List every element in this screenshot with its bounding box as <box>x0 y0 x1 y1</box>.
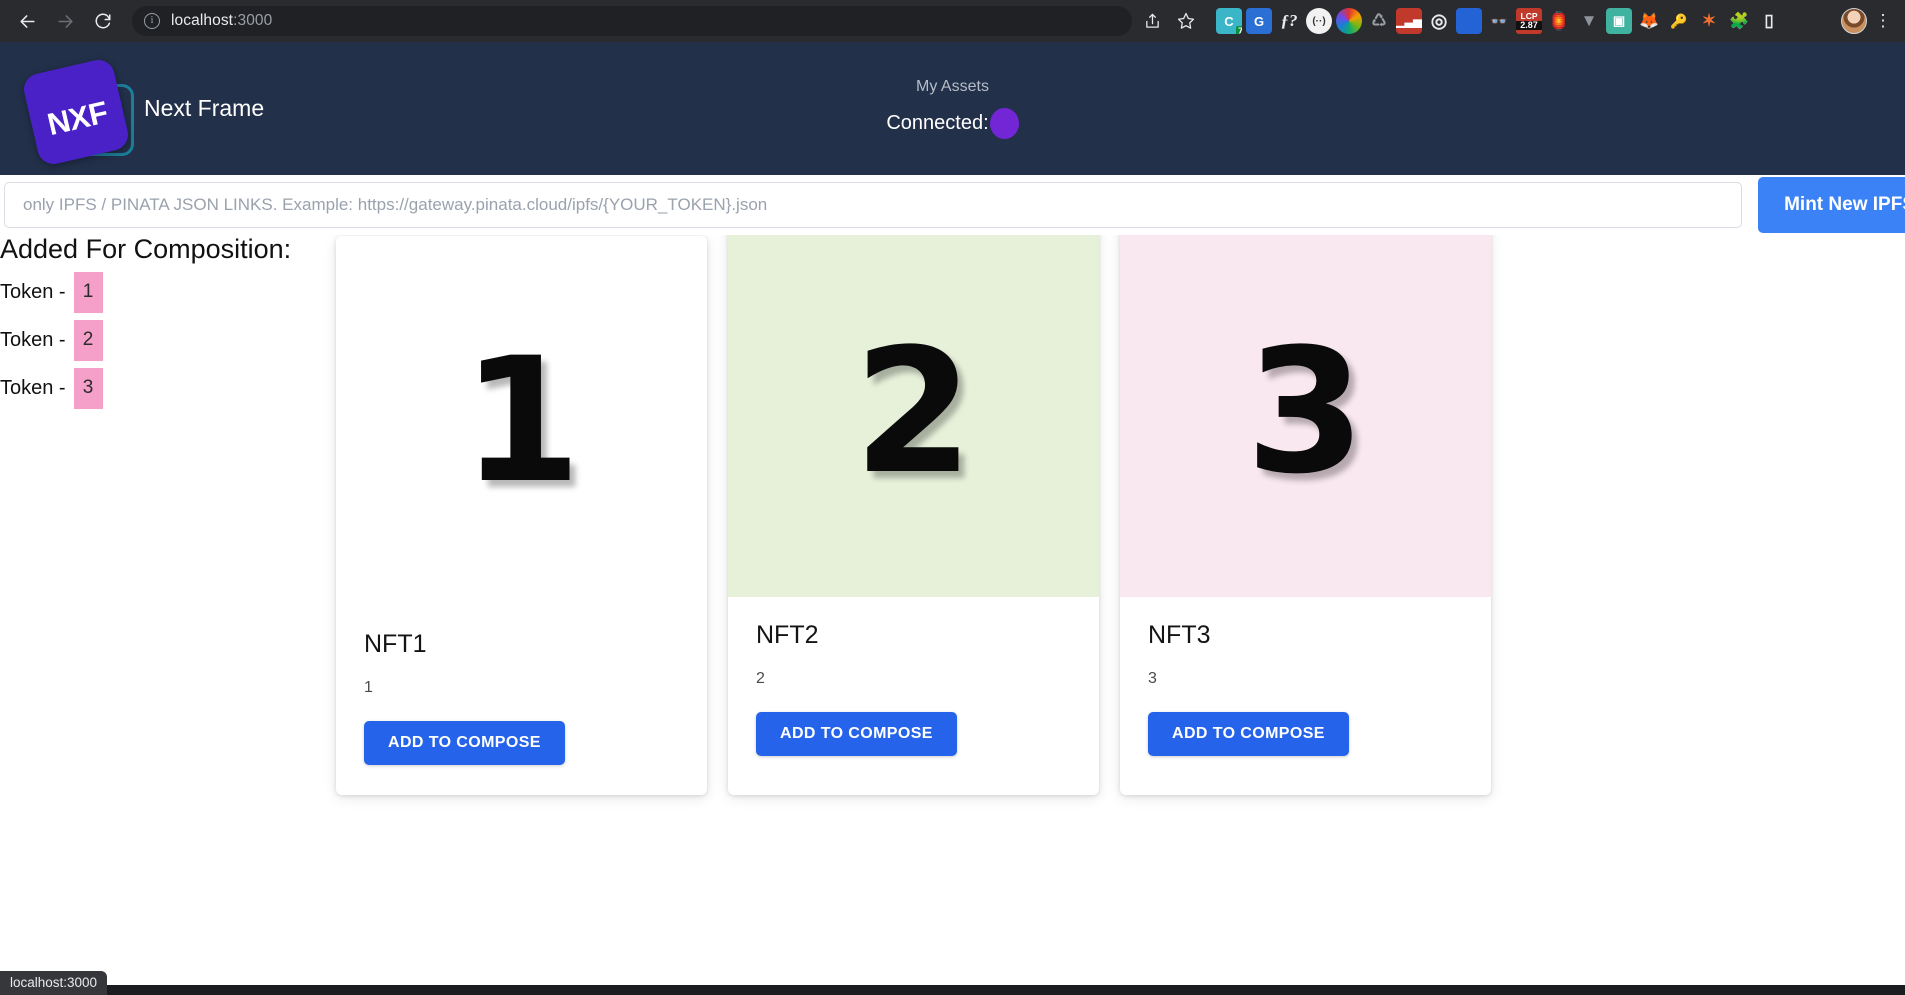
profile-avatar[interactable] <box>1841 8 1867 34</box>
vue-devtools-extension-icon[interactable]: ▼ <box>1576 8 1602 34</box>
nft-card-title: NFT3 <box>1148 621 1211 649</box>
nft-card-description: 1 <box>364 679 373 696</box>
ipfs-url-input[interactable] <box>4 182 1743 228</box>
app-viewport: NXF Next Frame My Assets Connected: Mint… <box>0 42 1905 995</box>
navigation-buttons <box>10 4 120 38</box>
sidepanel-extension-icon[interactable]: ▯ <box>1756 8 1782 34</box>
nft-card[interactable]: 2 NFT2 2 ADD TO COMPOSE <box>728 227 1099 795</box>
wallet-avatar-icon[interactable] <box>989 108 1019 139</box>
status-bar: localhost:3000 <box>0 971 108 995</box>
nft-image-glyph: 2 <box>853 311 974 512</box>
info-circle-icon[interactable]: i <box>144 13 160 29</box>
extensions-bar: C7 G ƒ? (··) ♺ ▁▃▅ ◎ 👓 LCP 2.87 🏮 ▼ ▣ 🦊 🔑… <box>1216 8 1782 34</box>
lighthouse-extension-icon[interactable]: 🏮 <box>1546 8 1572 34</box>
nft-image-glyph: 3 <box>1245 311 1366 512</box>
nft-card-body: NFT1 1 ADD TO COMPOSE <box>336 606 707 795</box>
add-to-compose-button[interactable]: ADD TO COMPOSE <box>756 712 957 756</box>
wave-extension-icon[interactable]: (··) <box>1306 8 1332 34</box>
lcp-extension-icon[interactable]: LCP 2.87 <box>1516 8 1542 34</box>
glasses-extension-icon[interactable]: 👓 <box>1486 8 1512 34</box>
composition-token-item[interactable]: Token - 2 <box>0 319 336 361</box>
reload-icon[interactable] <box>86 4 120 38</box>
token-id-badge: 2 <box>73 319 103 361</box>
nft-card-description: 3 <box>1148 670 1157 687</box>
nft-card-title: NFT2 <box>756 621 819 649</box>
nft-card[interactable]: 3 NFT3 3 ADD TO COMPOSE <box>1120 227 1491 795</box>
body-area: Added For Composition: Token - 1 Token -… <box>0 227 1905 795</box>
omnibox-actions <box>1136 5 1202 37</box>
token-label: Token - <box>0 376 66 399</box>
metamask-extension-icon[interactable]: 🦊 <box>1636 8 1662 34</box>
my-assets-link[interactable]: My Assets <box>886 78 1018 96</box>
wallet-block: My Assets Connected: <box>0 78 1905 139</box>
fraction-extension-icon[interactable]: ƒ? <box>1276 8 1302 34</box>
recycle-extension-icon[interactable]: ♺ <box>1366 8 1392 34</box>
composition-token-item[interactable]: Token - 1 <box>0 271 336 313</box>
logo-text: NXF <box>44 93 111 142</box>
share-icon[interactable] <box>1136 5 1168 37</box>
nft-image-2: 2 <box>728 227 1099 597</box>
spark-extension-icon[interactable]: ✶ <box>1696 8 1722 34</box>
nft-card[interactable]: 1 NFT1 1 ADD TO COMPOSE <box>336 236 707 795</box>
add-to-compose-button[interactable]: ADD TO COMPOSE <box>364 721 565 765</box>
colab-extension-icon[interactable]: C7 <box>1216 8 1242 34</box>
extensions-puzzle-icon[interactable]: 🧩 <box>1726 8 1752 34</box>
token-id-badge: 3 <box>73 367 103 409</box>
nft-image-glyph: 1 <box>461 320 582 521</box>
password-key-extension-icon[interactable]: 🔑 <box>1666 8 1692 34</box>
nxf-logo-icon[interactable]: NXF <box>16 54 134 167</box>
save-extension-icon[interactable]: ▣ <box>1606 8 1632 34</box>
target-extension-icon[interactable]: ◎ <box>1426 8 1452 34</box>
window-extension-icon[interactable] <box>1456 8 1482 34</box>
kebab-menu-icon[interactable]: ⋮ <box>1871 12 1895 29</box>
nft-image-3: 3 <box>1120 227 1491 597</box>
nft-card-body: NFT2 2 ADD TO COMPOSE <box>728 597 1099 786</box>
forward-arrow-icon[interactable] <box>48 4 82 38</box>
compose-panel: Added For Composition: Token - 1 Token -… <box>0 235 336 421</box>
mint-new-ipfs-button[interactable]: Mint New IPFS <box>1758 177 1905 233</box>
browser-chrome: i localhost:3000 C7 G ƒ? (··) ♺ ▁▃▅ ◎ 👓 … <box>0 0 1905 42</box>
composition-token-item[interactable]: Token - 3 <box>0 367 336 409</box>
google-docs-extension-icon[interactable]: G <box>1246 8 1272 34</box>
token-label: Token - <box>0 280 66 303</box>
url-port: :3000 <box>233 12 273 29</box>
mint-row: Mint New IPFS <box>0 175 1905 235</box>
app-header: NXF Next Frame My Assets Connected: <box>0 42 1905 175</box>
url-host: localhost <box>171 12 234 29</box>
star-icon[interactable] <box>1170 5 1202 37</box>
add-to-compose-button[interactable]: ADD TO COMPOSE <box>1148 712 1349 756</box>
nft-card-grid: 1 NFT1 1 ADD TO COMPOSE 2 NFT2 2 ADD TO … <box>336 227 1905 795</box>
color-wheel-extension-icon[interactable] <box>1336 8 1362 34</box>
address-bar-url: localhost:3000 <box>171 12 272 30</box>
nft-card-title: NFT1 <box>364 630 427 658</box>
nft-image-1: 1 <box>336 236 707 606</box>
brand-title: Next Frame <box>144 95 265 121</box>
token-id-badge: 1 <box>73 271 103 313</box>
analytics-extension-icon[interactable]: ▁▃▅ <box>1396 8 1422 34</box>
address-bar[interactable]: i localhost:3000 <box>132 6 1132 36</box>
logo-purple-square: NXF <box>20 56 132 167</box>
nft-card-description: 2 <box>756 670 765 687</box>
extension-badge: 7 <box>1235 26 1242 34</box>
connected-row: Connected: <box>886 108 1019 139</box>
chrome-right-controls: ⋮ <box>1841 8 1895 34</box>
back-arrow-icon[interactable] <box>10 4 44 38</box>
nft-card-body: NFT3 3 ADD TO COMPOSE <box>1120 597 1491 786</box>
token-label: Token - <box>0 328 66 351</box>
compose-panel-title: Added For Composition: <box>0 234 292 264</box>
lcp-value: 2.87 <box>1516 21 1542 30</box>
connected-label: Connected: <box>886 112 989 134</box>
window-bottom-strip <box>0 985 1905 995</box>
